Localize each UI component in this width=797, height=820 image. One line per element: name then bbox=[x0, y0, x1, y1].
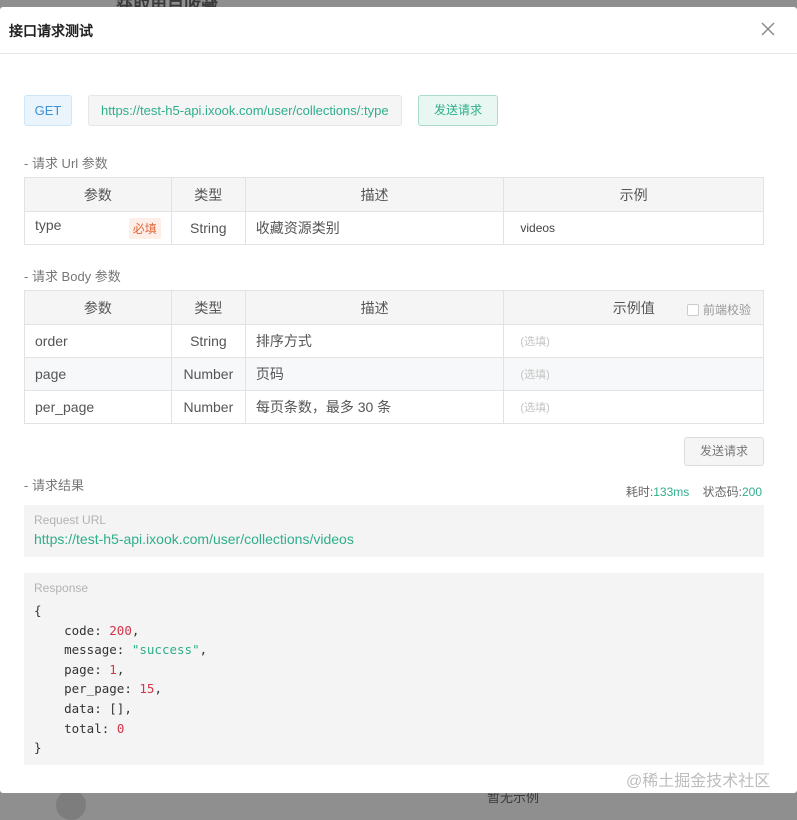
param-name: order bbox=[24, 324, 172, 358]
body-params-section-label: - 请求 Body 参数 bbox=[24, 269, 121, 284]
param-desc: 排序方式 bbox=[244, 324, 505, 358]
dialog-title: 接口请求测试 bbox=[9, 23, 93, 39]
json-key: code bbox=[64, 622, 95, 638]
param-type: String bbox=[170, 324, 246, 358]
frontend-check-checkbox[interactable] bbox=[686, 304, 699, 316]
frontend-check-label: 前端校验 bbox=[702, 303, 751, 317]
json-array: [] bbox=[109, 700, 125, 716]
send-request-button[interactable]: 发送请求 bbox=[418, 95, 498, 126]
header-example-label: 示例值 bbox=[612, 299, 655, 316]
json-string: "success" bbox=[131, 642, 200, 658]
param-name: page bbox=[24, 357, 172, 391]
api-test-dialog: 接口请求测试 GET https://test-h5-api.ixook.com… bbox=[0, 7, 797, 793]
json-number: 200 bbox=[109, 622, 132, 638]
param-desc: 页码 bbox=[244, 357, 505, 391]
request-url-field[interactable]: https://test-h5-api.ixook.com/user/colle… bbox=[88, 95, 402, 126]
param-desc: 每页条数，最多 30 条 bbox=[244, 390, 505, 424]
response-label: Response bbox=[34, 581, 89, 595]
header-desc: 描述 bbox=[244, 290, 505, 325]
header-type: 类型 bbox=[170, 177, 246, 212]
background-avatar bbox=[56, 790, 86, 820]
response-panel: Response { code: 200, message: "success"… bbox=[24, 573, 764, 765]
table-row: page Number 页码 (选填) bbox=[24, 357, 764, 391]
header-desc: 描述 bbox=[244, 177, 505, 212]
param-type: String bbox=[170, 211, 246, 245]
url-params-section-label: - 请求 Url 参数 bbox=[24, 156, 108, 171]
param-value-input[interactable]: (选填) bbox=[503, 324, 764, 358]
response-stats: 耗时:133ms 状态码:200 bbox=[626, 483, 762, 500]
json-open-brace: { bbox=[34, 603, 42, 618]
param-value-input[interactable]: (选填) bbox=[503, 357, 764, 391]
close-icon[interactable] bbox=[759, 20, 777, 38]
param-name: type bbox=[35, 217, 62, 233]
required-badge: 必填 bbox=[128, 218, 161, 239]
param-type: Number bbox=[170, 390, 246, 424]
param-desc: 收藏资源类别 bbox=[244, 211, 505, 245]
param-type: Number bbox=[170, 357, 246, 391]
json-number: 1 bbox=[109, 661, 117, 677]
json-key: per_page bbox=[64, 681, 125, 697]
json-key: total bbox=[64, 720, 102, 736]
url-params-table: 参数 类型 描述 示例 type 必填 String 收藏资源类别 videos bbox=[24, 177, 764, 245]
table-row: type 必填 String 收藏资源类别 videos bbox=[24, 211, 764, 245]
param-value-input[interactable]: (选填) bbox=[503, 390, 764, 424]
table-header-row: 参数 类型 描述 示例 bbox=[24, 177, 764, 212]
header-param: 参数 bbox=[24, 177, 172, 212]
request-url-value: https://test-h5-api.ixook.com/user/colle… bbox=[34, 531, 354, 547]
send-body-request-button[interactable]: 发送请求 bbox=[684, 437, 764, 466]
frontend-check-toggle[interactable]: 前端校验 bbox=[686, 301, 751, 318]
status-label: 状态码: bbox=[702, 485, 742, 499]
method-badge: GET bbox=[24, 95, 72, 126]
json-number: 15 bbox=[139, 681, 155, 697]
table-row: order String 排序方式 (选填) bbox=[24, 324, 764, 358]
header-type: 类型 bbox=[170, 290, 246, 325]
json-number: 0 bbox=[116, 720, 125, 736]
watermark: @稀土掘金技术社区 bbox=[626, 773, 771, 790]
header-example-value: 示例值 前端校验 bbox=[503, 290, 764, 325]
header-example: 示例 bbox=[503, 177, 764, 212]
param-name: per_page bbox=[24, 390, 172, 424]
status-value: 200 bbox=[741, 485, 762, 499]
table-row: per_page Number 每页条数，最多 30 条 (选填) bbox=[24, 390, 764, 424]
param-example-input[interactable]: videos bbox=[503, 211, 764, 245]
body-params-table: 参数 类型 描述 示例值 前端校验 order String 排序方式 (选填)… bbox=[24, 290, 764, 424]
request-url-panel: Request URL https://test-h5-api.ixook.co… bbox=[24, 505, 764, 557]
json-key: data bbox=[64, 700, 95, 716]
param-name-cell: type 必填 bbox=[24, 211, 172, 245]
json-key: page bbox=[64, 661, 95, 677]
request-url-label: Request URL bbox=[34, 513, 107, 527]
header-param: 参数 bbox=[24, 290, 172, 325]
time-value: 133ms bbox=[653, 485, 690, 499]
time-label: 耗时: bbox=[625, 485, 654, 499]
table-header-row: 参数 类型 描述 示例值 前端校验 bbox=[24, 290, 764, 325]
dialog-header: 接口请求测试 bbox=[0, 7, 797, 54]
response-body: { code: 200, message: "success", page: 1… bbox=[34, 603, 208, 756]
result-section-label: - 请求结果 bbox=[24, 478, 84, 493]
json-key: message bbox=[64, 642, 117, 658]
json-close-brace: } bbox=[34, 740, 42, 756]
